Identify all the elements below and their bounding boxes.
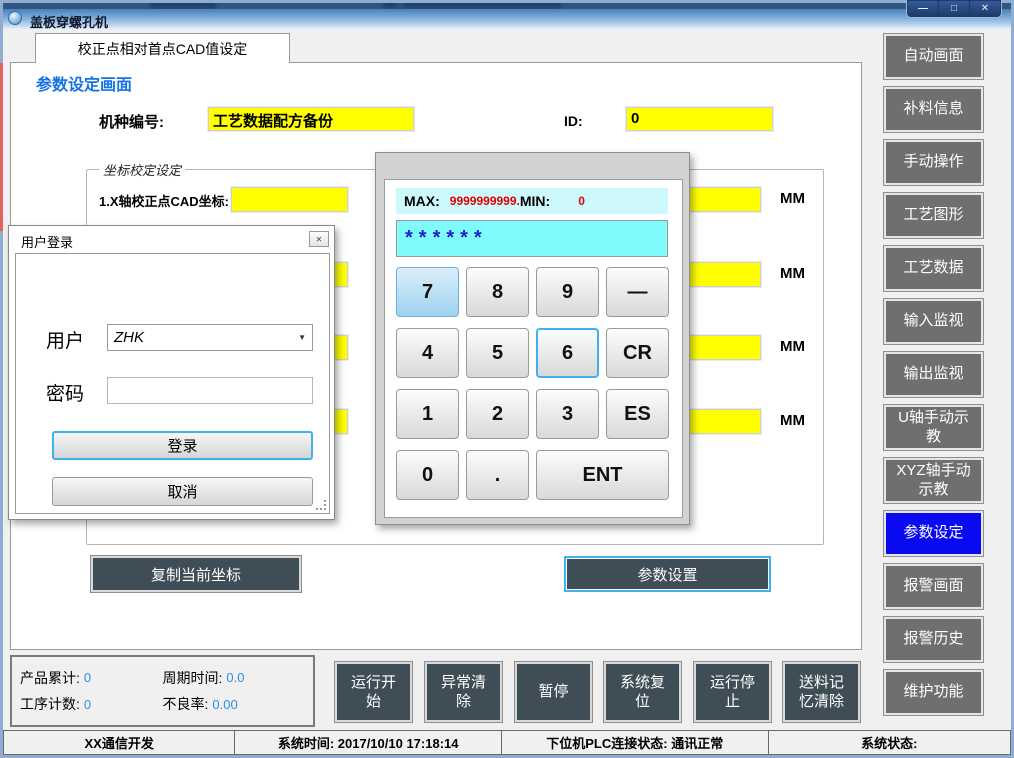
key-3[interactable]: 3: [536, 389, 599, 439]
page-title: 参数设定画面: [36, 71, 132, 95]
sidebar-item-auto-screen[interactable]: 自动画面: [884, 34, 983, 79]
stat-cycle-time: 周期时间: 0.0: [163, 668, 306, 688]
sidebar-item-xyz-axis-teach[interactable]: XYZ轴手动示教: [884, 458, 983, 503]
stat-process-count: 工序计数: 0: [20, 694, 163, 714]
maximize-button[interactable]: □: [939, 1, 969, 16]
key-8[interactable]: 8: [466, 267, 529, 317]
red-line-artifact: [0, 63, 3, 231]
resize-grip[interactable]: [316, 500, 326, 510]
key-cr[interactable]: CR: [606, 328, 669, 378]
password-field[interactable]: [107, 377, 313, 404]
sidebar-item-alarm-history[interactable]: 报警历史: [884, 617, 983, 662]
sidebar-item-process-data[interactable]: 工艺数据: [884, 246, 983, 291]
sidebar-item-process-graph[interactable]: 工艺图形: [884, 193, 983, 238]
x-axis-cad-field[interactable]: [231, 187, 348, 212]
key-minus[interactable]: —: [606, 267, 669, 317]
groupbox-legend: 坐标校定设定: [99, 160, 185, 179]
password-label: 密码: [46, 379, 84, 406]
sidebar-item-param-setting[interactable]: 参数设定: [884, 511, 983, 556]
keypad-grid: 7 8 9 — 4 5 6 CR 1 2 3 ES 0 . ENT: [396, 267, 669, 500]
sidebar-item-input-monitor[interactable]: 输入监视: [884, 299, 983, 344]
app-icon: [8, 11, 22, 25]
sidebar-item-alarm-screen[interactable]: 报警画面: [884, 564, 983, 609]
cancel-button[interactable]: 取消: [52, 477, 313, 506]
tab-cad-value-setting[interactable]: 校正点相对首点CAD值设定: [35, 33, 290, 63]
taskbar-blur-strip: [0, 0, 1014, 9]
key-2[interactable]: 2: [466, 389, 529, 439]
stat-defect-rate: 不良率: 0.00: [163, 694, 306, 714]
numeric-keypad-dialog: MAX: 9999999999. MIN: 0 ****** 7 8 9 — 4…: [375, 152, 690, 525]
machine-no-field[interactable]: 工艺数据配方备份: [208, 107, 414, 131]
login-dialog-body: 用户 ZHK ▼ 密码 登录 取消: [15, 253, 330, 514]
status-vendor: XX通信开发: [4, 731, 235, 754]
limits-bar: MAX: 9999999999. MIN: 0: [396, 188, 668, 214]
login-dialog-title: 用户登录: [21, 232, 73, 251]
id-label: ID:: [564, 113, 583, 129]
copy-current-coords-button[interactable]: 复制当前坐标: [91, 556, 301, 592]
param-set-button[interactable]: 参数设置: [564, 556, 771, 592]
id-field[interactable]: 0: [626, 107, 773, 131]
sidebar-item-refill-info[interactable]: 补料信息: [884, 87, 983, 132]
blur-segment: [383, 1, 397, 8]
key-9[interactable]: 9: [536, 267, 599, 317]
feed-memory-clear-button[interactable]: 送料记忆清除: [783, 662, 860, 722]
production-stats-panel: 产品累计: 0 周期时间: 0.0 工序计数: 0 不良率: 0.00: [10, 655, 315, 727]
window-controls: — □ ✕: [906, 0, 1002, 18]
close-button[interactable]: ✕: [970, 1, 1000, 16]
pause-button[interactable]: 暂停: [515, 662, 592, 722]
key-es[interactable]: ES: [606, 389, 669, 439]
min-value: 0: [578, 194, 585, 208]
user-label: 用户: [46, 326, 84, 353]
login-button[interactable]: 登录: [52, 431, 313, 460]
user-combobox[interactable]: ZHK ▼: [107, 324, 313, 351]
status-plc-link: 下位机PLC连接状态: 通讯正常: [502, 731, 769, 754]
sidebar-item-u-axis-teach[interactable]: U轴手动示教: [884, 405, 983, 450]
unit-label: MM: [780, 412, 805, 429]
stat-product-total: 产品累计: 0: [20, 668, 163, 688]
window-title: 盖板穿螺孔机: [30, 12, 108, 31]
unit-label: MM: [780, 265, 805, 282]
unit-label: MM: [780, 338, 805, 355]
keypad-panel: MAX: 9999999999. MIN: 0 ****** 7 8 9 — 4…: [384, 179, 683, 518]
max-value: 9999999999.: [450, 194, 520, 208]
status-bar: XX通信开发 系统时间: 2017/10/10 17:18:14 下位机PLC连…: [3, 730, 1011, 755]
key-6[interactable]: 6: [536, 328, 599, 378]
key-4[interactable]: 4: [396, 328, 459, 378]
status-system-state: 系统状态:: [769, 731, 1010, 754]
key-7[interactable]: 7: [396, 267, 459, 317]
key-5[interactable]: 5: [466, 328, 529, 378]
chevron-down-icon[interactable]: ▼: [298, 333, 306, 342]
sidebar-item-maintenance[interactable]: 维护功能: [884, 670, 983, 715]
clear-error-button[interactable]: 异常清除: [425, 662, 502, 722]
dialog-close-icon[interactable]: ✕: [309, 231, 329, 247]
title-bar: 盖板穿螺孔机: [0, 9, 1014, 30]
unit-label: MM: [780, 190, 805, 207]
key-1[interactable]: 1: [396, 389, 459, 439]
app-window: 盖板穿螺孔机 — □ ✕ 校正点相对首点CAD值设定 参数设定画面 机种编号: …: [0, 0, 1014, 758]
machine-no-label: 机种编号:: [99, 111, 164, 132]
x-axis-cad-label: 1.X轴校正点CAD坐标:: [99, 191, 229, 210]
key-0[interactable]: 0: [396, 450, 459, 500]
login-dialog: 用户登录 ✕ 用户 ZHK ▼ 密码 登录 取消: [8, 225, 335, 520]
minimize-button[interactable]: —: [908, 1, 938, 16]
blur-segment: [403, 1, 561, 8]
status-system-time: 系统时间: 2017/10/10 17:18:14: [235, 731, 502, 754]
sidebar-item-manual-op[interactable]: 手动操作: [884, 140, 983, 185]
blur-segment: [150, 1, 216, 8]
key-ent[interactable]: ENT: [536, 450, 669, 500]
min-label: MIN:: [520, 193, 550, 209]
run-start-button[interactable]: 运行开始: [335, 662, 412, 722]
keypad-display[interactable]: ******: [396, 220, 668, 257]
key-dot[interactable]: .: [466, 450, 529, 500]
max-label: MAX:: [404, 193, 440, 209]
run-stop-button[interactable]: 运行停止: [694, 662, 771, 722]
sidebar-item-output-monitor[interactable]: 输出监视: [884, 352, 983, 397]
system-reset-button[interactable]: 系统复位: [604, 662, 681, 722]
user-combobox-value: ZHK: [114, 329, 144, 346]
